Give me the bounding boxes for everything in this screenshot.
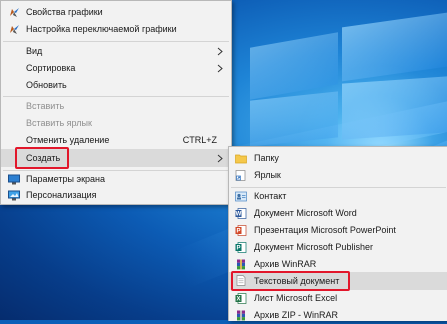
menu-item-view[interactable]: Вид <box>1 43 231 60</box>
menu-item-switchable-graphics[interactable]: Настройка переключаемой графики <box>1 21 231 38</box>
menu-item-label: Параметры экрана <box>26 174 105 184</box>
submenu-item-word[interactable]: W Документ Microsoft Word <box>229 205 447 222</box>
menu-item-label: Вставить <box>26 101 65 111</box>
menu-item-sort[interactable]: Сортировка <box>1 60 231 77</box>
menu-item-label: Вставить ярлык <box>26 118 92 128</box>
excel-icon: X <box>235 293 247 304</box>
chevron-right-icon <box>217 154 223 163</box>
submenu-item-label: Контакт <box>254 191 287 201</box>
winrar-icon <box>235 259 246 270</box>
highlight-box-text-document <box>231 271 350 291</box>
menu-item-paste-shortcut[interactable]: Вставить ярлык <box>1 115 231 132</box>
intel-graphics-icon <box>9 7 20 18</box>
wallpaper-window-pane <box>250 91 338 147</box>
wallpaper-window-pane <box>342 76 447 140</box>
menu-item-paste[interactable]: Вставить <box>1 98 231 115</box>
wallpaper-window-pane <box>342 12 447 82</box>
intel-graphics-icon <box>9 24 20 35</box>
submenu-item-folder[interactable]: Папку <box>229 150 447 167</box>
menu-item-label: Настройка переключаемой графики <box>26 24 177 34</box>
powerpoint-icon: P <box>235 225 247 236</box>
create-submenu: Папку Ярлык Контакт W Документ Microsoft… <box>228 146 447 321</box>
submenu-item-powerpoint[interactable]: P Презентация Microsoft PowerPoint <box>229 222 447 239</box>
winrar-zip-icon <box>235 310 246 321</box>
contact-icon <box>235 191 247 202</box>
menu-item-label: Сортировка <box>26 63 76 73</box>
menu-item-label: Свойства графики <box>26 7 103 17</box>
display-settings-icon <box>8 174 20 185</box>
publisher-icon: P <box>235 242 247 253</box>
submenu-item-label: Архив ZIP - WinRAR <box>254 310 339 320</box>
menu-item-personalization[interactable]: Персонализация <box>1 187 231 204</box>
menu-item-refresh[interactable]: Обновить <box>1 77 231 94</box>
chevron-right-icon <box>217 47 223 56</box>
submenu-item-shortcut[interactable]: Ярлык <box>229 167 447 184</box>
chevron-right-icon <box>217 64 223 73</box>
submenu-item-label: Лист Microsoft Excel <box>254 293 338 303</box>
menu-separator <box>3 41 229 42</box>
menu-separator <box>3 96 229 97</box>
svg-text:X: X <box>236 297 240 303</box>
submenu-item-label: Документ Microsoft Word <box>254 208 357 218</box>
desktop-context-menu: Свойства графики Настройка переключаемой… <box>0 0 232 205</box>
menu-item-label: Персонализация <box>26 190 97 200</box>
submenu-item-label: Ярлык <box>254 170 281 180</box>
folder-icon <box>235 153 247 164</box>
menu-item-label: Обновить <box>26 80 67 90</box>
submenu-item-winrar-zip[interactable]: Архив ZIP - WinRAR <box>229 307 447 324</box>
personalization-icon <box>8 190 20 201</box>
submenu-item-excel[interactable]: X Лист Microsoft Excel <box>229 290 447 307</box>
submenu-item-label: Презентация Microsoft PowerPoint <box>254 225 396 235</box>
shortcut-icon <box>235 170 246 181</box>
submenu-item-label: Папку <box>254 153 279 163</box>
menu-item-label: Вид <box>26 46 43 56</box>
shortcut-text: CTRL+Z <box>182 135 217 145</box>
submenu-item-publisher[interactable]: P Документ Microsoft Publisher <box>229 239 447 256</box>
word-icon: W <box>235 208 247 219</box>
highlight-box-create <box>15 147 69 169</box>
menu-item-graphics-properties[interactable]: Свойства графики <box>1 4 231 21</box>
svg-text:W: W <box>236 212 242 218</box>
submenu-item-label: Документ Microsoft Publisher <box>254 242 373 252</box>
svg-text:P: P <box>236 246 240 252</box>
svg-text:P: P <box>236 229 240 235</box>
submenu-item-contact[interactable]: Контакт <box>229 188 447 205</box>
menu-item-display-settings[interactable]: Параметры экрана <box>1 171 231 188</box>
